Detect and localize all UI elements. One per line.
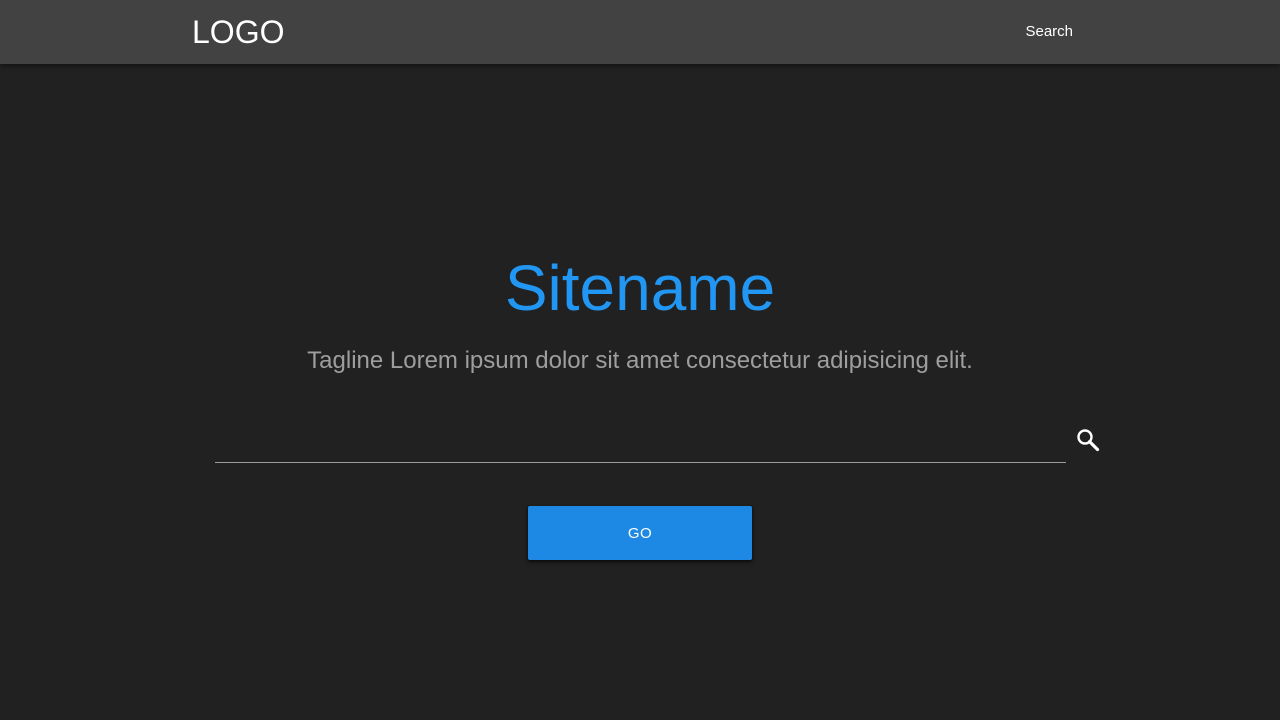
search-input[interactable] [215, 420, 1066, 463]
site-title: Sitename [504, 252, 776, 324]
go-button[interactable]: GO [528, 506, 752, 560]
top-nav-bar: LOGO Search [0, 0, 1280, 64]
tagline: Tagline Lorem ipsum dolor sit amet conse… [307, 347, 973, 374]
logo[interactable]: LOGO [192, 14, 284, 50]
nav-search-link[interactable]: Search [1025, 22, 1073, 42]
search-icon[interactable] [1075, 427, 1101, 453]
